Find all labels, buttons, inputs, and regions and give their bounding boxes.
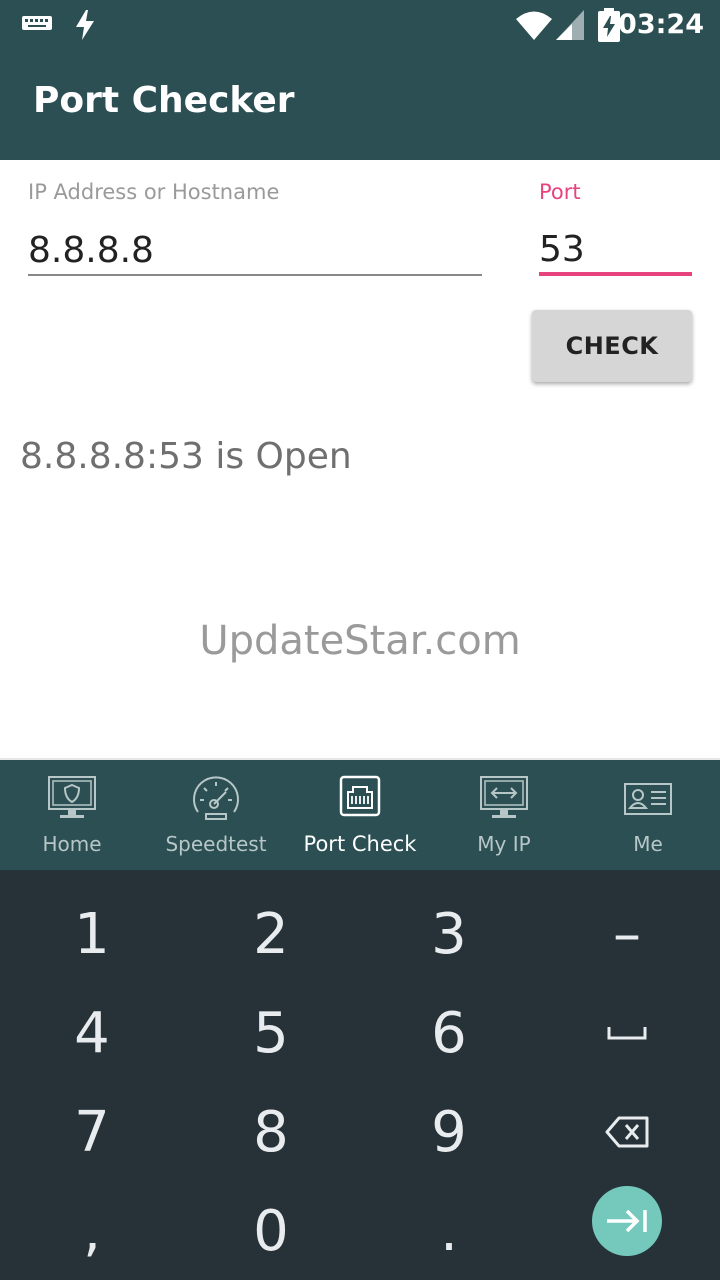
cell-signal-icon bbox=[556, 10, 584, 40]
space-icon bbox=[607, 1027, 647, 1040]
charging-bolt-icon bbox=[76, 10, 94, 40]
status-bar: 03:24 bbox=[0, 0, 720, 52]
wifi-icon bbox=[516, 11, 552, 40]
key-2[interactable]: 2 bbox=[181, 884, 361, 984]
key-period[interactable]: . bbox=[359, 1181, 539, 1280]
nav-label-speedtest: Speedtest bbox=[165, 832, 267, 856]
nav-item-me[interactable]: Me bbox=[576, 760, 720, 872]
nav-item-home[interactable]: Home bbox=[0, 760, 144, 872]
key-comma[interactable]: , bbox=[2, 1181, 182, 1280]
key-6[interactable]: 6 bbox=[359, 983, 539, 1083]
nav-item-port-check[interactable]: Port Check bbox=[288, 760, 432, 872]
key-0[interactable]: 0 bbox=[181, 1181, 361, 1280]
status-time: 03:24 bbox=[618, 9, 704, 40]
key-space[interactable] bbox=[537, 983, 717, 1083]
bottom-nav: Home Speedtest Port Check My IP Me bbox=[0, 758, 720, 870]
nav-label-my-ip: My IP bbox=[477, 832, 531, 856]
page-title: Port Checker bbox=[33, 80, 295, 121]
key-5[interactable]: 5 bbox=[181, 983, 361, 1083]
app-bar: Port Checker bbox=[0, 52, 720, 160]
key-backspace[interactable] bbox=[537, 1082, 717, 1182]
backspace-icon bbox=[605, 1116, 649, 1148]
enter-key[interactable] bbox=[592, 1186, 662, 1256]
port-input[interactable] bbox=[539, 226, 692, 276]
port-field-label: Port bbox=[539, 180, 581, 204]
monitor-arrows-icon bbox=[480, 776, 528, 818]
host-field-label: IP Address or Hostname bbox=[28, 180, 280, 204]
watermark-text: UpdateStar.com bbox=[199, 618, 521, 664]
tab-next-icon bbox=[607, 1209, 647, 1233]
key-8[interactable]: 8 bbox=[181, 1082, 361, 1182]
key-3[interactable]: 3 bbox=[359, 884, 539, 984]
check-button[interactable]: CHECK bbox=[532, 310, 692, 382]
id-card-icon bbox=[624, 783, 672, 815]
battery-charging-icon bbox=[598, 8, 620, 42]
host-input[interactable] bbox=[28, 226, 482, 276]
nav-label-port-check: Port Check bbox=[303, 832, 417, 856]
keyboard-icon bbox=[22, 16, 52, 30]
speedometer-icon bbox=[193, 776, 239, 820]
key-9[interactable]: 9 bbox=[359, 1082, 539, 1182]
shield-monitor-icon bbox=[48, 776, 96, 818]
result-text: 8.8.8.8:53 is Open bbox=[20, 436, 352, 477]
nav-label-me: Me bbox=[633, 832, 663, 856]
key-1[interactable]: 1 bbox=[2, 884, 182, 984]
nav-label-home: Home bbox=[42, 832, 102, 856]
key-7[interactable]: 7 bbox=[2, 1082, 182, 1182]
nav-item-my-ip[interactable]: My IP bbox=[432, 760, 576, 872]
numeric-keyboard: 1 2 3 – 4 5 6 7 8 9 , 0 . bbox=[0, 870, 720, 1280]
ethernet-port-icon bbox=[339, 775, 381, 817]
nav-item-speedtest[interactable]: Speedtest bbox=[144, 760, 288, 872]
key-dash[interactable]: – bbox=[537, 884, 717, 984]
key-4[interactable]: 4 bbox=[2, 983, 182, 1083]
